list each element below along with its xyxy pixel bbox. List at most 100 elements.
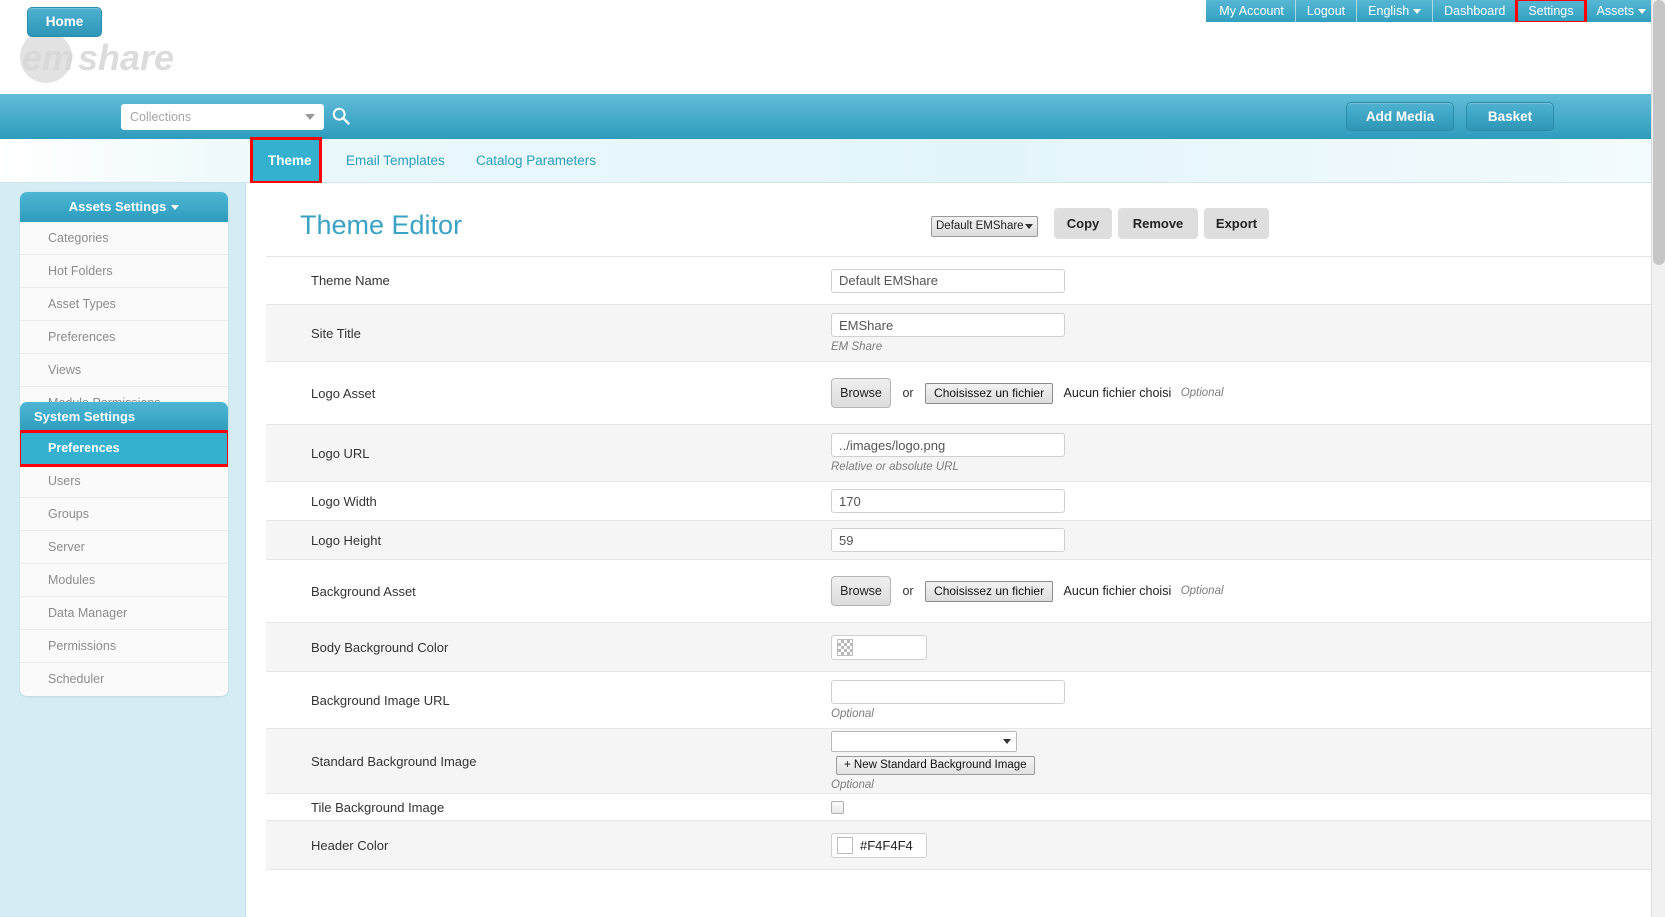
topnav-assets[interactable]: Assets: [1585, 0, 1657, 22]
topnav-my-account-label: My Account: [1219, 4, 1284, 18]
label-logo-width: Logo Width: [311, 493, 377, 509]
copy-button[interactable]: Copy: [1054, 208, 1112, 239]
logo-url-input[interactable]: [831, 433, 1065, 457]
logo-height-input[interactable]: [831, 528, 1065, 552]
logo-band: em share: [0, 22, 1665, 94]
sidebar-item-scheduler[interactable]: Scheduler: [20, 663, 228, 696]
field-body-background-color: [831, 634, 1665, 660]
assets-settings-title: Assets Settings: [68, 199, 167, 214]
assets-settings-header[interactable]: Assets Settings: [20, 192, 228, 222]
logo-width-input[interactable]: [831, 489, 1065, 513]
sidebar-item-modules[interactable]: Modules: [20, 564, 228, 597]
topnav-my-account[interactable]: My Account: [1208, 0, 1296, 22]
search-icon[interactable]: [332, 107, 350, 125]
body-background-color-picker[interactable]: [831, 634, 927, 660]
sidebar-item-asset-types[interactable]: Asset Types: [20, 288, 228, 321]
tab-catalog-parameters[interactable]: Catalog Parameters: [460, 139, 612, 182]
theme-editor-form: Theme Name Site Title EM Share Logo Asse…: [266, 256, 1665, 870]
system-settings-panel: System Settings Preferences Users Groups…: [20, 402, 228, 696]
label-tile-background-image: Tile Background Image: [311, 799, 445, 815]
row-site-title: Site Title EM Share: [266, 304, 1665, 362]
sidebar-item-assets-preferences[interactable]: Preferences: [20, 321, 228, 354]
background-image-url-input[interactable]: [831, 680, 1065, 704]
field-logo-height: [831, 528, 1665, 552]
tab-theme[interactable]: Theme: [250, 137, 322, 184]
tab-email-templates[interactable]: Email Templates: [330, 139, 461, 182]
logo-asset-no-file-text: Aucun fichier choisi: [1063, 386, 1172, 400]
page-title: Theme Editor: [300, 210, 463, 240]
sidebar-item-permissions[interactable]: Permissions: [20, 630, 228, 663]
header-color-picker[interactable]: #F4F4F4: [831, 832, 927, 858]
system-settings-header: System Settings: [20, 402, 228, 432]
row-tile-background-image: Tile Background Image: [266, 793, 1665, 821]
field-theme-name: [831, 268, 1665, 293]
add-media-button[interactable]: Add Media: [1346, 102, 1454, 131]
logo-asset-or-text: or: [902, 386, 914, 400]
topnav-language[interactable]: English: [1357, 0, 1434, 22]
topnav-dashboard-label: Dashboard: [1444, 4, 1506, 18]
background-asset-browse-button[interactable]: Browse: [831, 576, 891, 606]
field-header-color: #F4F4F4: [831, 832, 1665, 858]
label-header-color: Header Color: [311, 837, 389, 853]
row-theme-name: Theme Name: [266, 256, 1665, 305]
system-settings-title: System Settings: [34, 409, 136, 424]
label-background-image-url: Background Image URL: [311, 692, 450, 708]
sidebar-item-groups[interactable]: Groups: [20, 498, 228, 531]
scrollbar-thumb[interactable]: [1653, 0, 1665, 265]
collections-dropdown[interactable]: Collections: [121, 104, 324, 130]
chevron-down-icon: [171, 205, 180, 211]
new-standard-background-image-button[interactable]: + New Standard Background Image: [836, 756, 1035, 775]
row-logo-url: Logo URL Relative or absolute URL: [266, 424, 1665, 482]
basket-button[interactable]: Basket: [1466, 102, 1554, 131]
topnav-assets-label: Assets: [1596, 4, 1634, 18]
label-site-title: Site Title: [311, 325, 361, 341]
field-logo-url: Relative or absolute URL: [831, 433, 1665, 473]
vertical-scrollbar[interactable]: [1651, 0, 1665, 917]
sidebar-item-categories[interactable]: Categories: [20, 222, 228, 255]
theme-selector[interactable]: Default EMShare: [931, 216, 1038, 237]
site-title-input[interactable]: [831, 313, 1065, 337]
row-logo-asset: Logo Asset Browse or Choisissez un fichi…: [266, 361, 1665, 425]
sidebar-item-data-manager[interactable]: Data Manager: [20, 597, 228, 630]
sidebar-item-server[interactable]: Server: [20, 531, 228, 564]
topnav-dashboard[interactable]: Dashboard: [1433, 0, 1518, 22]
svg-text:em: em: [22, 37, 74, 78]
top-utility-nav: My Account Logout English Dashboard Sett…: [1206, 0, 1659, 24]
home-button[interactable]: Home: [27, 7, 102, 37]
field-background-asset: Browse or Choisissez un fichier Aucun fi…: [831, 576, 1665, 606]
remove-button[interactable]: Remove: [1118, 208, 1198, 239]
sidebar-item-preferences[interactable]: Preferences: [20, 430, 228, 467]
label-body-background-color: Body Background Color: [311, 639, 449, 655]
row-logo-height: Logo Height: [266, 520, 1665, 560]
field-site-title: EM Share: [831, 313, 1665, 353]
sidebar-item-users[interactable]: Users: [20, 465, 228, 498]
emshare-logo: em share: [14, 30, 192, 88]
logo-asset-choose-file-button[interactable]: Choisissez un fichier: [925, 382, 1054, 404]
svg-text:share: share: [78, 37, 174, 78]
sidebar-item-views[interactable]: Views: [20, 354, 228, 387]
hint-standard-background-image: Optional: [831, 779, 874, 791]
tile-background-image-checkbox[interactable]: [831, 800, 844, 814]
export-button[interactable]: Export: [1204, 208, 1269, 239]
theme-selector-value: Default EMShare: [936, 220, 1024, 232]
color-swatch-icon: [837, 836, 853, 854]
chevron-down-icon: [305, 114, 315, 120]
topnav-settings[interactable]: Settings: [1515, 0, 1588, 24]
theme-name-input[interactable]: [831, 268, 1065, 293]
row-standard-background-image: Standard Background Image + New Standard…: [266, 728, 1665, 794]
field-logo-width: [831, 489, 1665, 513]
background-asset-no-file-text: Aucun fichier choisi: [1063, 584, 1172, 598]
sidebar-item-hot-folders[interactable]: Hot Folders: [20, 255, 228, 288]
label-background-asset: Background Asset: [311, 583, 416, 599]
logo-asset-browse-button[interactable]: Browse: [831, 378, 891, 408]
tab-strip: Theme Email Templates Catalog Parameters: [0, 137, 1665, 184]
background-asset-or-text: or: [902, 584, 914, 598]
hint-background-image-url: Optional: [831, 708, 874, 720]
chevron-down-icon: [1638, 9, 1646, 15]
topnav-logout[interactable]: Logout: [1296, 0, 1358, 22]
background-asset-choose-file-button[interactable]: Choisissez un fichier: [925, 580, 1054, 602]
label-logo-height: Logo Height: [311, 532, 382, 548]
field-background-image-url: Optional: [831, 680, 1665, 720]
standard-background-image-select[interactable]: [831, 731, 1017, 752]
topnav-language-label: English: [1368, 4, 1410, 18]
